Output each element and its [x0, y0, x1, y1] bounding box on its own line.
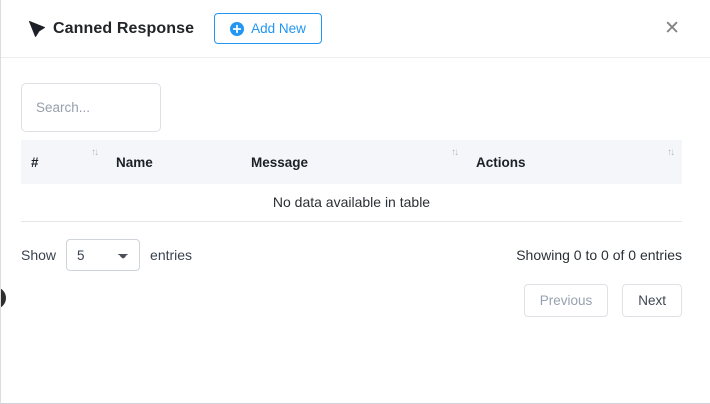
table-footer: Show 5 entries Showing 0 to 0 of 0 entri… [21, 239, 682, 271]
page-length-control: Show 5 entries [21, 239, 192, 271]
previous-page-button[interactable]: Previous [524, 284, 609, 317]
canned-response-table: # ↑↓ Name Message ↑↓ Actions ↑↓ [21, 140, 682, 222]
show-label: Show [21, 247, 56, 263]
sort-icon: ↑↓ [451, 147, 457, 158]
column-header-actions[interactable]: Actions ↑↓ [466, 140, 682, 184]
page-length-select[interactable]: 5 [66, 239, 140, 271]
search-input[interactable] [21, 83, 161, 132]
canned-response-modal: Canned Response Add New ✕ # ↑↓ [0, 0, 710, 404]
column-header-name[interactable]: Name [106, 140, 241, 184]
empty-state-row: No data available in table [21, 184, 682, 222]
showing-info: Showing 0 to 0 of 0 entries [516, 247, 682, 263]
modal-title-wrap: Canned Response [29, 20, 194, 38]
sort-icon: ↑↓ [91, 147, 97, 158]
send-icon [29, 21, 45, 37]
modal-title: Canned Response [53, 20, 194, 38]
column-label: Actions [476, 155, 526, 170]
column-label: Name [116, 155, 153, 170]
table-header-row: # ↑↓ Name Message ↑↓ Actions ↑↓ [21, 140, 682, 184]
column-label: # [31, 155, 39, 170]
add-new-label: Add New [251, 21, 306, 36]
column-header-number[interactable]: # ↑↓ [21, 140, 106, 184]
modal-header: Canned Response Add New ✕ [1, 0, 710, 58]
plus-circle-icon [230, 22, 244, 36]
add-new-button[interactable]: Add New [214, 13, 322, 44]
pagination: Previous Next [21, 284, 682, 317]
sort-icon: ↑↓ [667, 147, 673, 158]
entries-label: entries [150, 247, 192, 263]
next-page-button[interactable]: Next [622, 284, 682, 317]
column-header-message[interactable]: Message ↑↓ [241, 140, 466, 184]
close-icon[interactable]: ✕ [660, 17, 684, 40]
column-label: Message [251, 155, 308, 170]
empty-state-text: No data available in table [21, 184, 682, 222]
modal-body: # ↑↓ Name Message ↑↓ Actions ↑↓ [1, 58, 710, 317]
